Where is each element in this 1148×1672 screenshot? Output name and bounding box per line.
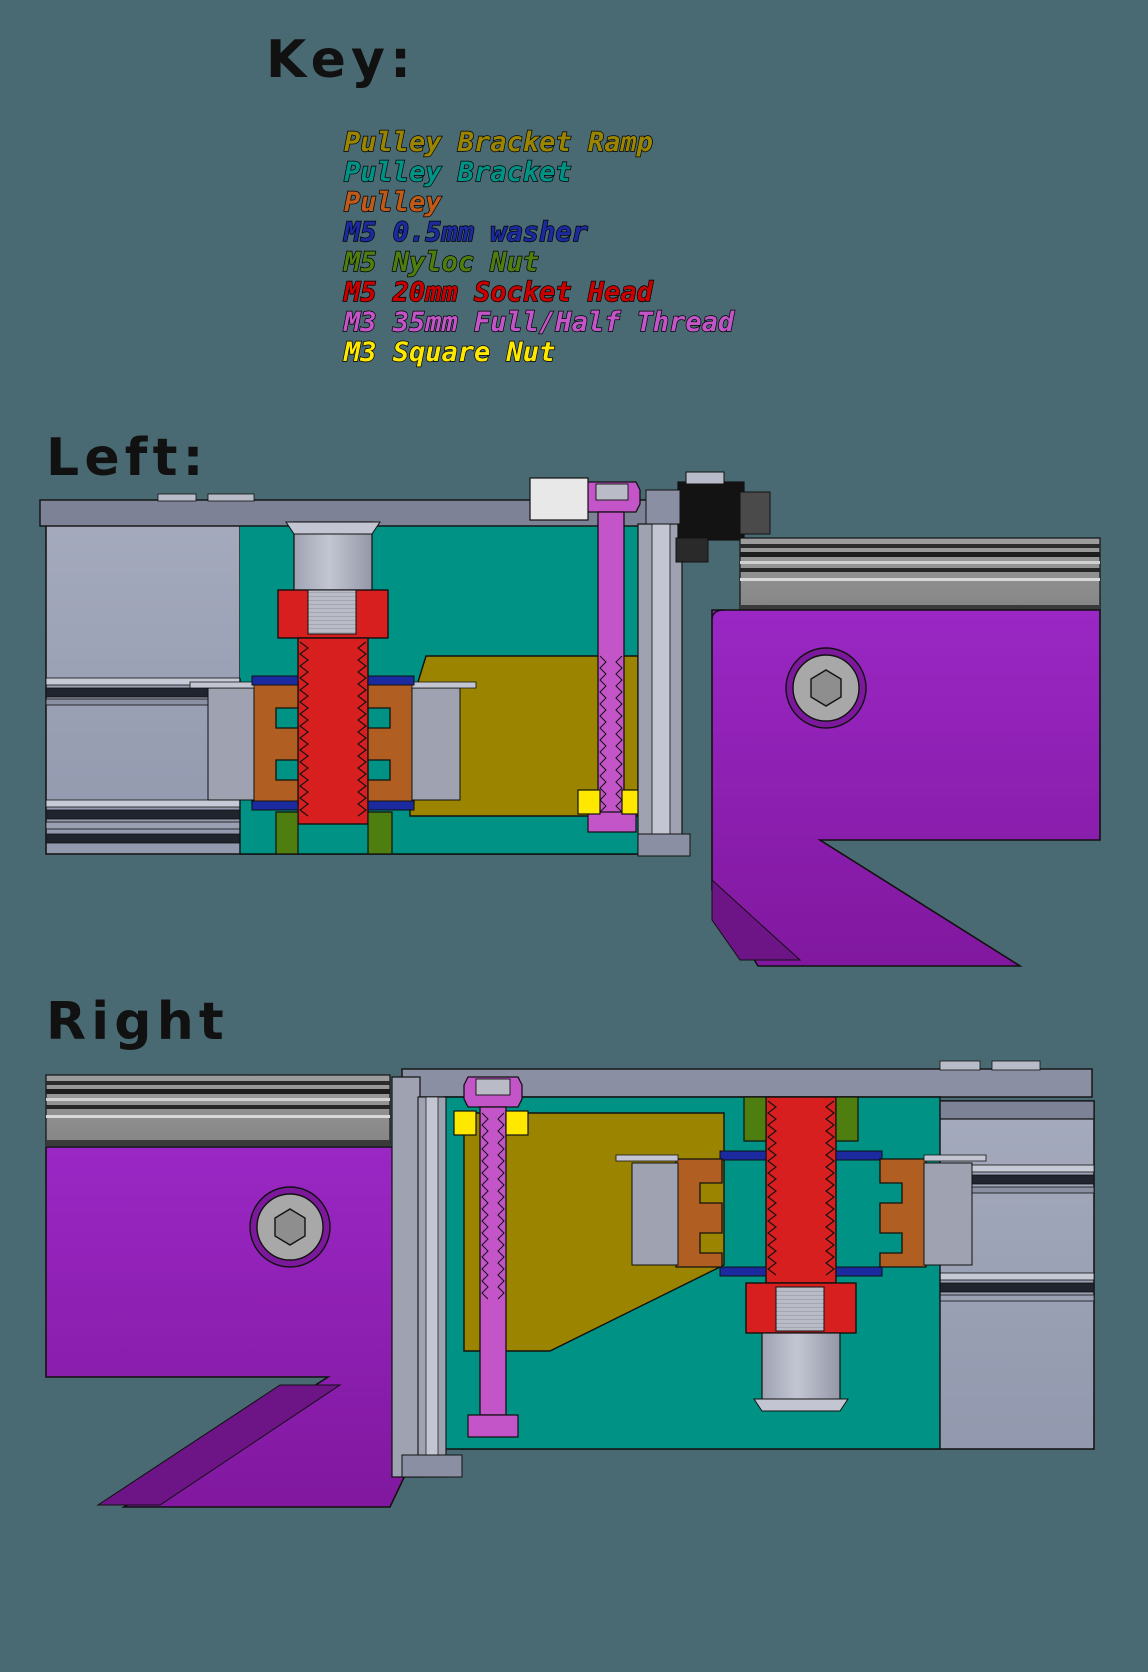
- linear-rail: [739, 537, 1101, 611]
- legend: Pulley Bracket Ramp Pulley Bracket Pulle…: [343, 127, 735, 368]
- gantry-plate: [711, 609, 1101, 967]
- diagram-canvas: Key: Pulley Bracket Ramp Pulley Bracket …: [0, 0, 1148, 1672]
- linear-rail: [45, 1074, 391, 1146]
- right-pulley-assembly-section: [40, 1055, 1100, 1615]
- legend-item-m5-socket-head: M5 20mm Socket Head: [343, 277, 653, 308]
- legend-item-pulley-bracket: Pulley Bracket: [343, 157, 572, 188]
- hex-socket-screw: [785, 647, 867, 729]
- legend-item-m5-nyloc-nut: M5 Nyloc Nut: [343, 247, 540, 278]
- legend-item-pulley-bracket-ramp: Pulley Bracket Ramp: [343, 127, 653, 158]
- legend-item-m3-thread: M3 35mm Full/Half Thread: [343, 307, 735, 338]
- legend-item-pulley: Pulley: [343, 187, 442, 218]
- left-pulley-assembly-section: [39, 460, 1101, 980]
- section-title-right: Right: [46, 992, 229, 1052]
- gantry-plate: [45, 1146, 429, 1508]
- bracket-right-body: [637, 523, 691, 857]
- page-title: Key:: [266, 30, 417, 90]
- hex-socket-screw: [249, 1186, 331, 1268]
- legend-item-m5-washer: M5 0.5mm washer: [343, 217, 588, 248]
- legend-item-m3-square-nut: M3 Square Nut: [343, 337, 556, 368]
